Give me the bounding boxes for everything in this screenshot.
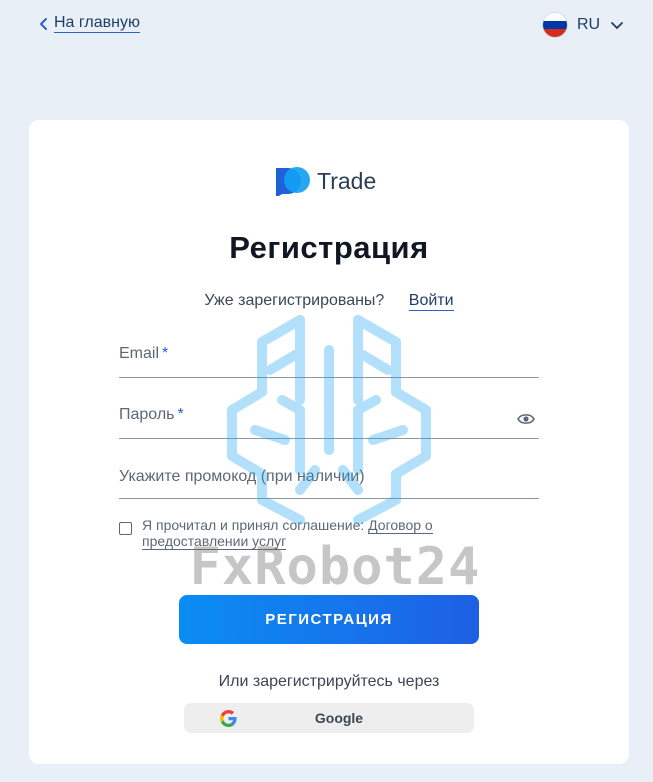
register-button[interactable]: РЕГИСТРАЦИЯ <box>179 595 479 644</box>
logo-mark-icon <box>276 167 310 196</box>
promo-code-field[interactable]: Укажите промокод (при наличии) <box>119 460 539 499</box>
logo: Trade <box>275 166 376 196</box>
required-mark: * <box>177 406 184 423</box>
top-bar: На главную RU <box>0 0 653 50</box>
agreement-row: Я прочитал и принял соглашение: Договор … <box>119 517 539 550</box>
have-account-text: Уже зарегистрированы? <box>204 292 385 309</box>
email-label: Email * <box>119 345 169 362</box>
email-field[interactable]: Email * <box>119 336 539 378</box>
language-code: RU <box>577 16 601 33</box>
chevron-down-icon <box>611 22 624 30</box>
required-mark: * <box>162 345 169 362</box>
google-button-label: Google <box>314 710 364 726</box>
agreement-checkbox[interactable] <box>119 522 132 535</box>
registration-card: Trade Регистрация Уже зарегистрированы? … <box>29 120 629 764</box>
login-link[interactable]: Войти <box>408 292 454 311</box>
agreement-text: Я прочитал и принял соглашение: Договор … <box>142 517 433 550</box>
language-selector[interactable]: RU <box>543 13 624 37</box>
chevron-left-icon <box>40 17 47 30</box>
password-label: Пароль * <box>119 406 184 423</box>
back-to-home-link[interactable]: На главную <box>38 14 140 33</box>
page-title: Регистрация <box>229 230 429 265</box>
password-field[interactable]: Пароль * <box>119 398 539 439</box>
russia-flag-icon <box>543 13 567 37</box>
promo-code-label: Укажите промокод (при наличии) <box>119 468 365 485</box>
back-link-label: На главную <box>54 14 140 33</box>
or-register-with-text: Или зарегистрируйтесь через <box>218 673 440 690</box>
eye-icon[interactable] <box>517 412 535 426</box>
google-signup-button[interactable]: Google <box>184 703 474 733</box>
have-account-row: Уже зарегистрированы? Войти <box>29 292 629 311</box>
logo-text: Trade <box>317 167 377 194</box>
